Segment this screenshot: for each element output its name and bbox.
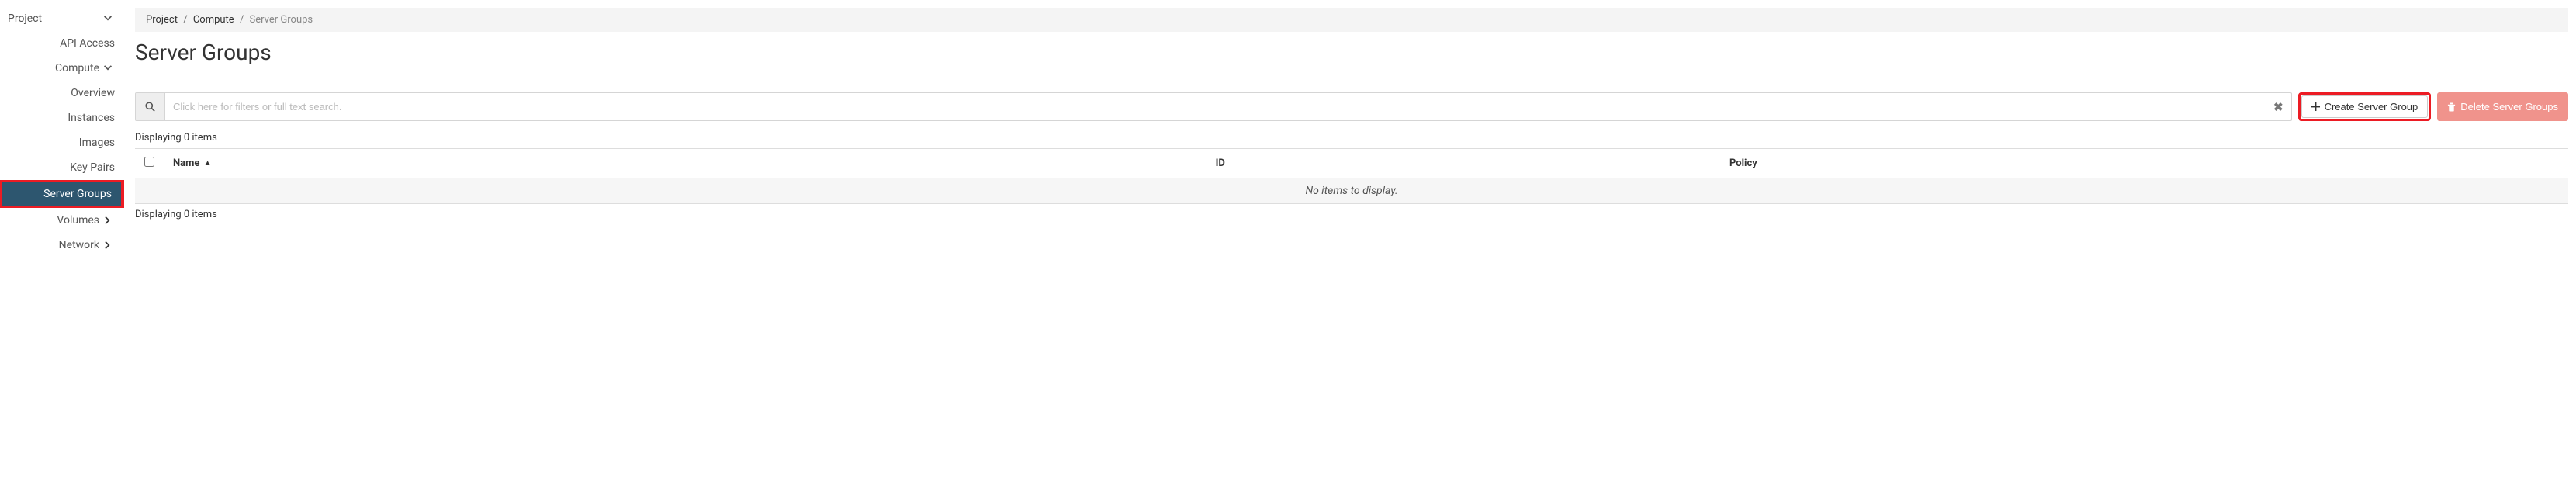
select-all-checkbox[interactable] xyxy=(144,157,154,167)
column-name-label: Name xyxy=(173,158,199,169)
toolbar: ✖ Create Server Group Delete Server Grou… xyxy=(135,92,2568,121)
server-groups-table: Name ▲ ID Policy No items to display. xyxy=(135,148,2568,204)
search-group: ✖ xyxy=(135,92,2292,121)
create-button-label: Create Server Group xyxy=(2325,101,2418,112)
create-button-highlight: Create Server Group xyxy=(2298,92,2432,121)
column-header-id[interactable]: ID xyxy=(1207,149,1720,178)
delete-server-groups-button[interactable]: Delete Server Groups xyxy=(2437,92,2568,121)
sidebar-item-overview[interactable]: Overview xyxy=(0,81,124,106)
sidebar-section-compute[interactable]: Compute xyxy=(0,56,124,81)
breadcrumb-project[interactable]: Project xyxy=(146,14,178,26)
chevron-down-icon xyxy=(102,14,113,23)
column-header-policy[interactable]: Policy xyxy=(1720,149,2568,178)
sidebar-section-volumes[interactable]: Volumes xyxy=(0,208,124,233)
sidebar-item-key-pairs[interactable]: Key Pairs xyxy=(0,155,124,180)
sidebar-compute-label: Compute xyxy=(6,62,102,74)
breadcrumb: Project / Compute / Server Groups xyxy=(135,8,2568,32)
trash-icon xyxy=(2447,102,2456,112)
sidebar-section-project[interactable]: Project xyxy=(0,6,124,31)
chevron-right-icon xyxy=(102,216,113,225)
main-content: Project / Compute / Server Groups Server… xyxy=(124,0,2576,258)
sidebar-item-api-access[interactable]: API Access xyxy=(0,31,124,56)
plus-icon xyxy=(2311,102,2320,111)
column-header-name[interactable]: Name ▲ xyxy=(164,149,1207,178)
breadcrumb-separator: / xyxy=(183,14,187,26)
sidebar-volumes-label: Volumes xyxy=(6,214,102,227)
displaying-count-top: Displaying 0 items xyxy=(135,132,2568,144)
search-input[interactable] xyxy=(165,93,2266,120)
sidebar-project-label: Project xyxy=(6,12,102,25)
breadcrumb-separator: / xyxy=(240,14,244,26)
breadcrumb-current: Server Groups xyxy=(250,14,313,26)
breadcrumb-compute[interactable]: Compute xyxy=(193,14,234,26)
sort-ascending-icon: ▲ xyxy=(204,159,212,168)
create-server-group-button[interactable]: Create Server Group xyxy=(2301,95,2429,118)
displaying-count-bottom: Displaying 0 items xyxy=(135,209,2568,220)
page-title: Server Groups xyxy=(135,40,2568,78)
delete-button-label: Delete Server Groups xyxy=(2460,101,2558,112)
sidebar: Project API Access Compute Overview Inst… xyxy=(0,0,124,258)
chevron-right-icon xyxy=(102,241,113,250)
sidebar-item-images[interactable]: Images xyxy=(0,130,124,155)
sidebar-item-server-groups[interactable]: Server Groups xyxy=(0,180,124,208)
sidebar-network-label: Network xyxy=(6,239,102,251)
select-all-header xyxy=(135,149,164,178)
close-icon: ✖ xyxy=(2273,101,2283,114)
empty-message: No items to display. xyxy=(135,178,2568,204)
search-icon[interactable] xyxy=(136,93,165,120)
chevron-down-icon xyxy=(102,64,113,73)
table-empty-row: No items to display. xyxy=(135,178,2568,204)
clear-search-button[interactable]: ✖ xyxy=(2266,93,2291,120)
sidebar-section-network[interactable]: Network xyxy=(0,233,124,258)
sidebar-item-instances[interactable]: Instances xyxy=(0,106,124,130)
